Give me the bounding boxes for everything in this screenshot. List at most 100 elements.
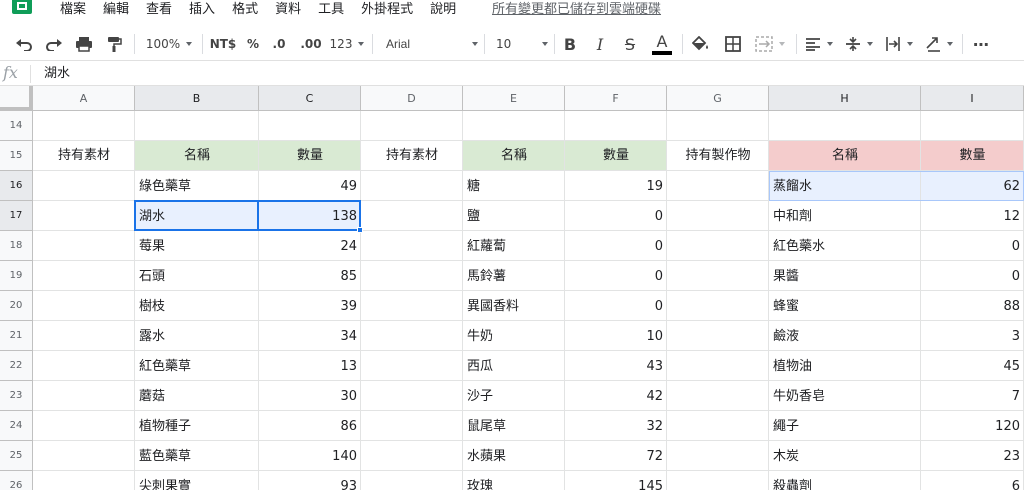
cell-g19[interactable] <box>667 261 769 291</box>
cell-h15[interactable]: 名稱 <box>769 141 921 171</box>
cell-f17[interactable]: 0 <box>565 201 667 231</box>
cell-a14[interactable] <box>33 111 135 141</box>
cell-e21[interactable]: 牛奶 <box>463 321 565 351</box>
cell-f24[interactable]: 32 <box>565 411 667 441</box>
cell-f26[interactable]: 145 <box>565 471 667 490</box>
decrease-decimal-button[interactable]: .0 <box>268 31 290 57</box>
cell-f14[interactable] <box>565 111 667 141</box>
cell-f22[interactable]: 43 <box>565 351 667 381</box>
row-header[interactable]: 25 <box>0 441 33 471</box>
menu-item[interactable]: 查看 <box>146 2 172 18</box>
cell-i23[interactable]: 7 <box>921 381 1024 411</box>
column-header-d[interactable]: D <box>361 86 463 111</box>
paint-format-icon[interactable] <box>102 31 126 57</box>
cell-f15[interactable]: 數量 <box>565 141 667 171</box>
text-rotation-icon[interactable] <box>922 31 956 57</box>
cell-b20[interactable]: 樹枝 <box>135 291 259 321</box>
cell-e17[interactable]: 鹽 <box>463 201 565 231</box>
cell-i21[interactable]: 3 <box>921 321 1024 351</box>
borders-icon[interactable] <box>722 31 744 57</box>
cell-e25[interactable]: 水蘋果 <box>463 441 565 471</box>
cell-i25[interactable]: 23 <box>921 441 1024 471</box>
cell-e20[interactable]: 異國香料 <box>463 291 565 321</box>
cell-a24[interactable] <box>33 411 135 441</box>
cell-a26[interactable] <box>33 471 135 490</box>
strikethrough-button[interactable]: S <box>620 31 640 57</box>
cell-c26[interactable]: 93 <box>259 471 361 490</box>
column-header-i[interactable]: I <box>921 86 1024 111</box>
select-all-corner[interactable] <box>0 86 33 111</box>
cell-g24[interactable] <box>667 411 769 441</box>
row-header[interactable]: 16 <box>0 171 33 201</box>
column-header-c[interactable]: C <box>259 86 361 111</box>
more-options-icon[interactable]: ⋯ <box>968 31 994 57</box>
cell-g22[interactable] <box>667 351 769 381</box>
increase-decimal-button[interactable]: .00 <box>298 31 324 57</box>
cell-a20[interactable] <box>33 291 135 321</box>
fill-color-icon[interactable] <box>690 31 712 57</box>
cell-h17[interactable]: 中和劑 <box>769 201 921 231</box>
cell-g21[interactable] <box>667 321 769 351</box>
italic-button[interactable]: I <box>590 31 610 57</box>
cell-c16[interactable]: 49 <box>259 171 361 201</box>
menu-item[interactable]: 資料 <box>275 2 301 18</box>
save-status[interactable]: 所有變更都已儲存到雲端硬碟 <box>492 2 661 18</box>
row-header[interactable]: 18 <box>0 231 33 261</box>
cell-a18[interactable] <box>33 231 135 261</box>
menu-item[interactable]: 工具 <box>318 2 344 18</box>
row-header[interactable]: 23 <box>0 381 33 411</box>
cell-h19[interactable]: 果醬 <box>769 261 921 291</box>
cell-g20[interactable] <box>667 291 769 321</box>
cell-f23[interactable]: 42 <box>565 381 667 411</box>
cell-h23[interactable]: 牛奶香皂 <box>769 381 921 411</box>
print-icon[interactable] <box>72 31 96 57</box>
cell-e15[interactable]: 名稱 <box>463 141 565 171</box>
cell-g26[interactable] <box>667 471 769 490</box>
cell-b14[interactable] <box>135 111 259 141</box>
cell-e23[interactable]: 沙子 <box>463 381 565 411</box>
cell-c25[interactable]: 140 <box>259 441 361 471</box>
cell-c21[interactable]: 34 <box>259 321 361 351</box>
cell-c14[interactable] <box>259 111 361 141</box>
cell-d18[interactable] <box>361 231 463 261</box>
cell-d24[interactable] <box>361 411 463 441</box>
cell-a25[interactable] <box>33 441 135 471</box>
cell-i24[interactable]: 120 <box>921 411 1024 441</box>
cell-b23[interactable]: 蘑菇 <box>135 381 259 411</box>
cell-b19[interactable]: 石頭 <box>135 261 259 291</box>
cell-f19[interactable]: 0 <box>565 261 667 291</box>
cell-i16[interactable]: 62 <box>921 171 1024 201</box>
cell-i14[interactable] <box>921 111 1024 141</box>
merge-cells-icon[interactable] <box>752 31 788 57</box>
cell-h25[interactable]: 木炭 <box>769 441 921 471</box>
row-header[interactable]: 14 <box>0 111 33 141</box>
column-header-b[interactable]: B <box>135 86 259 111</box>
cell-e14[interactable] <box>463 111 565 141</box>
cell-b18[interactable]: 莓果 <box>135 231 259 261</box>
more-formats-button[interactable]: 123 <box>330 31 365 57</box>
cell-d25[interactable] <box>361 441 463 471</box>
percent-format-button[interactable]: % <box>244 31 262 57</box>
cell-h21[interactable]: 鹼液 <box>769 321 921 351</box>
column-header-g[interactable]: G <box>667 86 769 111</box>
row-header[interactable]: 24 <box>0 411 33 441</box>
cell-h14[interactable] <box>769 111 921 141</box>
column-header-a[interactable]: A <box>33 86 135 111</box>
font-size-select[interactable]: 10 <box>492 31 548 57</box>
cell-i18[interactable]: 0 <box>921 231 1024 261</box>
cell-b26[interactable]: 尖刺果實 <box>135 471 259 490</box>
cell-d16[interactable] <box>361 171 463 201</box>
cell-f20[interactable]: 0 <box>565 291 667 321</box>
row-header[interactable]: 21 <box>0 321 33 351</box>
cell-i17[interactable]: 12 <box>921 201 1024 231</box>
cell-a17[interactable] <box>33 201 135 231</box>
cell-c19[interactable]: 85 <box>259 261 361 291</box>
cell-c17[interactable]: 138 <box>259 201 361 231</box>
cell-e16[interactable]: 糖 <box>463 171 565 201</box>
cell-c20[interactable]: 39 <box>259 291 361 321</box>
zoom-select[interactable]: 100% <box>144 31 194 57</box>
cell-d21[interactable] <box>361 321 463 351</box>
row-header[interactable]: 22 <box>0 351 33 381</box>
bold-button[interactable]: B <box>560 31 580 57</box>
currency-format-button[interactable]: NT$ <box>208 31 238 57</box>
